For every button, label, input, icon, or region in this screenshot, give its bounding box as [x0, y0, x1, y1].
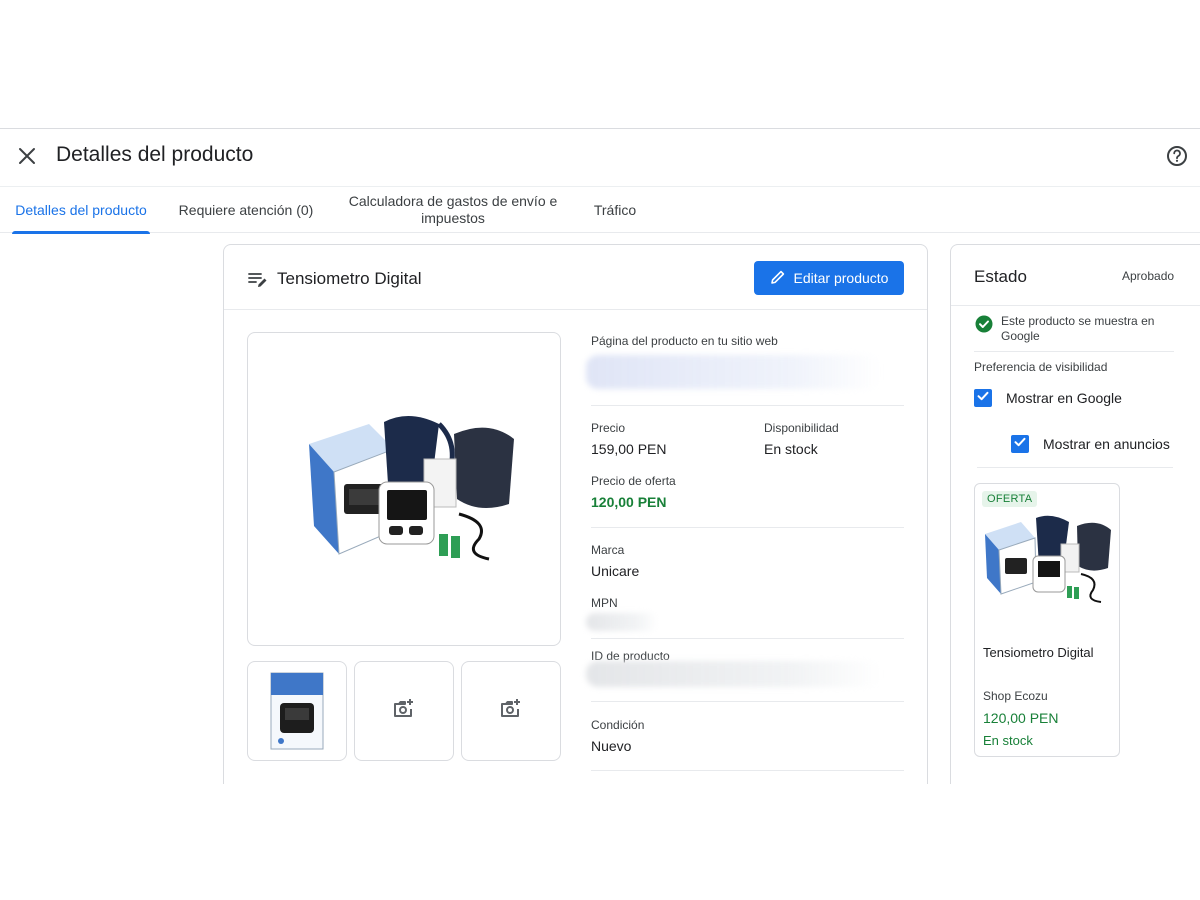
divider: [591, 701, 904, 702]
notes-edit-icon: [247, 269, 269, 291]
show-in-ads-label[interactable]: Mostrar en anuncios: [1043, 436, 1170, 452]
help-icon[interactable]: [1164, 143, 1190, 169]
availability-label: Disponibilidad: [764, 421, 839, 435]
product-main-image[interactable]: [247, 332, 561, 646]
tab-needs-attention[interactable]: Requiere atención (0): [172, 187, 320, 233]
preview-price: 120,00 PEN: [983, 710, 1059, 726]
show-in-ads-checkbox[interactable]: [1011, 435, 1029, 453]
preview-product-image: [981, 512, 1115, 612]
page-title: Detalles del producto: [56, 143, 254, 166]
availability-field: Disponibilidad En stock: [764, 421, 904, 457]
add-photo-icon: [499, 697, 523, 726]
website-page-field: Página del producto en tu sitio web: [591, 334, 904, 348]
condition-field: Condición Nuevo: [591, 718, 904, 754]
edit-product-button[interactable]: Editar producto: [754, 261, 904, 295]
page-header: Detalles del producto: [0, 129, 1200, 185]
status-message: Este producto se muestra en Google: [1001, 314, 1155, 343]
show-in-google-checkbox[interactable]: [974, 389, 992, 407]
visibility-preference-label: Preferencia de visibilidad: [974, 360, 1108, 374]
brand-label: Marca: [591, 543, 625, 557]
tab-bar: Detalles del producto Requiere atención …: [0, 186, 1200, 234]
price-value: 159,00 PEN: [591, 441, 667, 457]
sale-price-value: 120,00 PEN: [591, 494, 667, 510]
show-in-google-label[interactable]: Mostrar en Google: [1006, 390, 1122, 406]
price-field: Precio 159,00 PEN: [591, 421, 741, 457]
divider: [591, 405, 904, 406]
divider: [591, 770, 904, 771]
product-card: Tensiometro Digital Editar producto Pági…: [223, 244, 928, 784]
tab-product-details[interactable]: Detalles del producto: [12, 187, 150, 234]
availability-value: En stock: [764, 441, 818, 457]
redacted-url: [586, 355, 881, 389]
status-badge: Aprobado: [1122, 269, 1175, 283]
preview-stock: En stock: [983, 733, 1033, 748]
product-thumbnail[interactable]: [247, 661, 347, 761]
sale-price-label: Precio de oferta: [591, 474, 676, 488]
condition-label: Condición: [591, 718, 645, 732]
redacted-mpn: [586, 613, 658, 631]
product-title: Tensiometro Digital: [277, 269, 422, 288]
website-page-label: Página del producto en tu sitio web: [591, 334, 778, 348]
product-card-header: Tensiometro Digital Editar producto: [224, 245, 927, 310]
divider: [951, 305, 1200, 306]
status-card: Estado Aprobado Este producto se muestra…: [950, 244, 1200, 784]
brand-value: Unicare: [591, 563, 640, 579]
checkbox-checked-icon: [1013, 435, 1027, 454]
preview-shop-name: Shop Ecozu: [983, 689, 1048, 703]
divider: [591, 638, 904, 639]
check-circle-icon: [975, 315, 993, 333]
preview-title: Tensiometro Digital: [983, 645, 1094, 660]
shopping-preview-card[interactable]: OFERTA Tensiometro Digital Shop Ecozu 12…: [974, 483, 1120, 757]
mpn-label: MPN: [591, 596, 618, 610]
checkbox-checked-icon: [976, 389, 990, 408]
add-photo-icon: [392, 697, 416, 726]
add-photo-button[interactable]: [461, 661, 561, 761]
tab-traffic[interactable]: Tráfico: [586, 187, 644, 233]
add-photo-button[interactable]: [354, 661, 454, 761]
divider: [591, 527, 904, 528]
divider: [974, 351, 1174, 352]
tab-shipping-tax-calculator[interactable]: Calculadora de gastos de envío e impuest…: [346, 187, 560, 233]
price-label: Precio: [591, 421, 626, 435]
status-title: Estado: [974, 267, 1027, 286]
offer-badge: OFERTA: [982, 491, 1038, 507]
edit-product-label: Editar producto: [793, 270, 889, 286]
pencil-icon: [770, 269, 786, 288]
divider: [977, 467, 1173, 468]
brand-field: Marca Unicare: [591, 543, 904, 579]
sale-price-field: Precio de oferta 120,00 PEN: [591, 474, 904, 510]
redacted-product-id: [586, 661, 881, 687]
mpn-field: MPN: [591, 596, 904, 610]
condition-value: Nuevo: [591, 738, 632, 754]
close-icon[interactable]: [14, 143, 40, 169]
